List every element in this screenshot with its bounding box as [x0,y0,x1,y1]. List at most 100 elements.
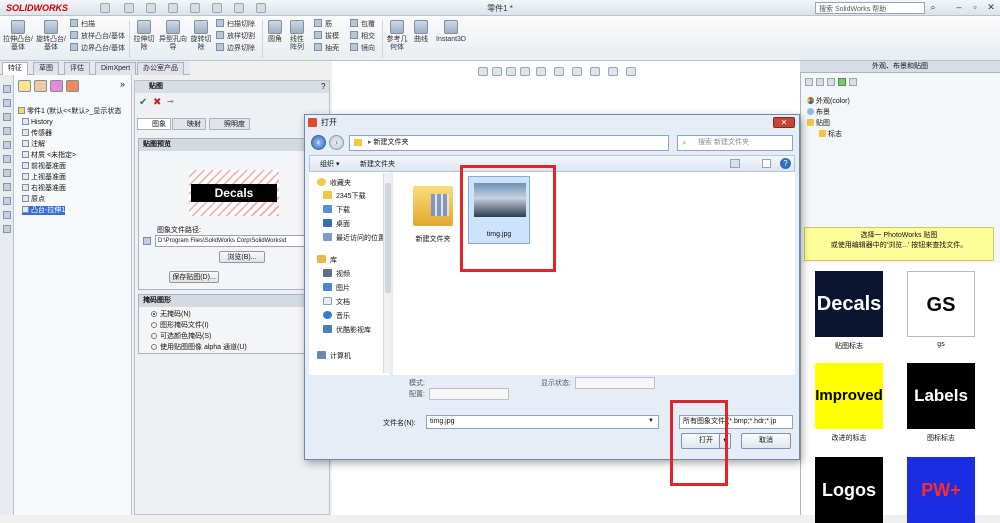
tool-icon[interactable] [3,211,11,219]
help-icon[interactable]: ? [321,82,325,91]
section-view-icon[interactable] [520,67,530,76]
decal-thumb-labels[interactable]: Labels [907,363,975,429]
tab-mapping[interactable]: 映射 [172,118,206,130]
nav-scrollbar[interactable] [383,173,391,373]
tool-icon[interactable] [3,169,11,177]
radio-mask-file[interactable]: 图形掩码文件(I) [151,321,209,330]
boundary-cut-button[interactable]: 边界切除 [216,43,255,55]
ok-icon[interactable]: ✔ [139,97,147,108]
feature-manager-icon[interactable] [18,80,31,92]
folder-item[interactable] [411,180,455,232]
tree-item-annotations[interactable]: 注解 [22,140,45,149]
decal-thumb-decals[interactable]: Decals [815,271,883,337]
chevron-down-icon[interactable]: ▼ [648,418,654,424]
close-icon[interactable]: ✕ [986,2,996,13]
help-search-input[interactable]: 搜索 SolidWorks 帮助 [815,2,925,14]
sweep-button[interactable]: 扫描 [70,19,125,31]
tool-icon[interactable] [3,183,11,191]
revolve-boss-button[interactable]: 旋转凸台/基体 [35,20,67,52]
radio-color-mask[interactable]: 可选颜色掩码(S) [151,332,211,341]
loft-button[interactable]: 放样凸台/基体 [70,31,125,43]
extrude-cut-button[interactable]: 拉伸切除 [132,20,156,52]
zoom-area-icon[interactable] [492,67,502,76]
decal-thumb-logos[interactable]: Logos [815,457,883,523]
tree-item-origin[interactable]: 原点 [22,195,45,204]
tool-icon[interactable] [3,197,11,205]
search-icon[interactable]: ⌕ [928,2,938,13]
rib-button[interactable]: 筋 [314,19,339,31]
reference-geometry-button[interactable]: 参考几何体 [384,20,410,52]
tab-illumination[interactable]: 照明度 [209,118,250,130]
tree-decals[interactable]: 贴图 [807,119,830,129]
image-path-field[interactable]: D:\Program Files\SolidWorks Corp\SolidWo… [155,235,323,247]
draft-button[interactable]: 拔模 [314,31,339,43]
tool-icon[interactable] [3,99,11,107]
linear-pattern-button[interactable]: 线性阵列 [288,20,306,52]
nav-recent-places[interactable]: 最近访问的位置 [323,233,385,245]
appearance-manager-icon[interactable] [66,80,79,92]
tree-root[interactable]: 零件1 (默认<<默认>_显示状态 [18,107,121,116]
expand-icon[interactable]: » [120,79,125,89]
property-manager-icon[interactable] [34,80,47,92]
forward-icon[interactable]: › [329,135,344,150]
tab-sketch[interactable]: 草图 [33,62,59,75]
nav-favorites[interactable]: 收藏夹 [317,178,351,190]
tab-image[interactable]: 图象 [137,118,171,130]
tab-features[interactable]: 特征 [2,62,28,75]
tree-appearances[interactable]: 外观(color) [807,97,850,107]
intersect-button[interactable]: 相交 [350,31,375,43]
tool-icon[interactable] [3,155,11,163]
fillet-button[interactable]: 圆角 [264,20,286,44]
preview-pane-icon[interactable] [762,159,771,168]
hide-show-icon[interactable] [572,67,582,76]
tree-scenes[interactable]: 布景 [807,108,830,118]
hole-wizard-button[interactable]: 异型孔向导 [159,20,187,52]
browse-button[interactable]: 浏览(B)... [219,251,265,263]
boundary-boss-button[interactable]: 边界凸台/基体 [70,43,125,55]
decal-thumb-gs[interactable]: GS [907,271,975,337]
help-icon[interactable]: ? [780,158,791,169]
view-icon[interactable] [730,159,740,168]
loft-cut-button[interactable]: 放样切割 [216,31,255,43]
organize-button[interactable]: 组织 ▾ [320,159,339,169]
dialog-search-input[interactable]: 搜索 新建文件夹 [677,135,793,151]
config-select[interactable] [429,388,509,400]
radio-no-mask[interactable]: 无掩码(N) [151,310,191,319]
tree-item-material[interactable]: 材质 <未指定> [22,151,76,160]
view-settings-icon[interactable] [626,67,636,76]
restore-icon[interactable]: ▫ [970,2,980,13]
cancel-icon[interactable]: ✖ [153,97,161,108]
scene-icon[interactable] [608,67,618,76]
tool-icon[interactable] [3,225,11,233]
wrap-button[interactable]: 包覆 [350,19,375,31]
dialog-close-button[interactable]: ✕ [773,117,795,128]
tab-office-products[interactable]: 办公室产品 [137,62,184,75]
nav-pictures[interactable]: 图片 [323,283,350,295]
back-icon[interactable] [805,78,813,86]
view-orientation-icon[interactable] [536,67,546,76]
nav-2345-downloads[interactable]: 2345下载 [323,191,366,203]
curves-button[interactable]: 曲线 [411,20,431,44]
tree-logos[interactable]: 标志 [819,130,842,140]
shell-button[interactable]: 抽壳 [314,43,339,55]
back-icon[interactable]: ‹ [311,135,326,150]
configuration-manager-icon[interactable] [50,80,63,92]
add-icon[interactable] [838,78,846,86]
tab-evaluate[interactable]: 评估 [64,62,90,75]
nav-downloads[interactable]: 下载 [323,205,350,217]
address-path[interactable]: ▸ 新建文件夹 [349,135,669,151]
nav-documents[interactable]: 文档 [323,297,350,309]
nav-music[interactable]: 音乐 [323,311,350,323]
nav-youku-library[interactable]: 优酷影视库 [323,325,371,337]
mirror-button[interactable]: 镜向 [350,43,375,55]
decal-thumb-pw[interactable]: PW+ [907,457,975,523]
display-state-select[interactable] [575,377,655,389]
zoom-fit-icon[interactable] [478,67,488,76]
decal-thumb-improved[interactable]: Improved [815,363,883,429]
tree-item-history[interactable]: History [22,118,53,127]
pushpin-icon[interactable]: ⊸ [167,97,174,106]
new-folder-button[interactable]: 新建文件夹 [360,159,395,169]
nav-desktop[interactable]: 桌面 [323,219,350,231]
save-decal-button[interactable]: 保存贴图(D)... [169,271,219,283]
tree-item-top-plane[interactable]: 上视基准面 [22,173,66,182]
